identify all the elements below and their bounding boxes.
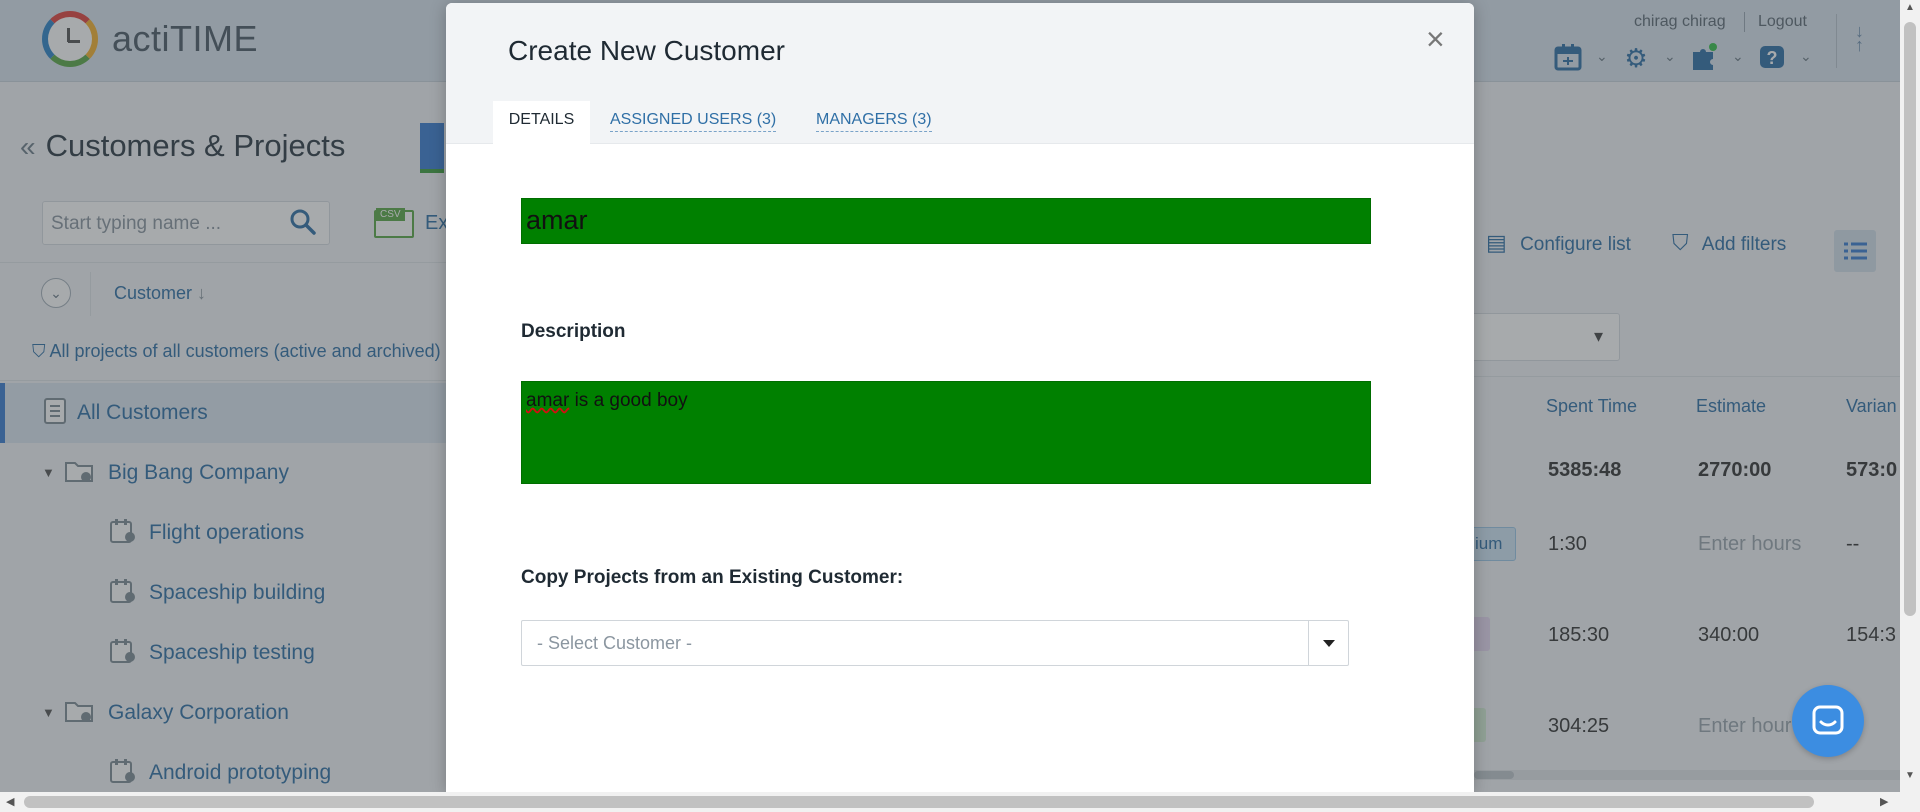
scroll-thumb[interactable] <box>1904 22 1916 616</box>
chat-launcher-button[interactable] <box>1792 685 1864 757</box>
description-field[interactable]: amar is a good boy <box>521 381 1371 484</box>
create-customer-dialog: Create New Customer × DETAILS ASSIGNED U… <box>446 3 1474 792</box>
scroll-thumb[interactable] <box>24 796 1814 808</box>
scroll-left-icon[interactable]: ◀ <box>6 795 14 808</box>
close-icon[interactable]: × <box>1426 23 1445 55</box>
scroll-right-icon[interactable]: ▶ <box>1880 795 1888 808</box>
tab-details[interactable]: DETAILS <box>493 101 590 145</box>
vertical-scrollbar[interactable]: ▲ ▼ <box>1900 0 1920 792</box>
horizontal-scrollbar[interactable]: ◀ ▶ <box>0 792 1920 812</box>
tab-assigned-users[interactable]: ASSIGNED USERS (3) <box>610 111 777 132</box>
description-label: Description <box>521 321 626 342</box>
tab-managers[interactable]: MANAGERS (3) <box>816 111 932 132</box>
dialog-title: Create New Customer <box>508 35 785 66</box>
copy-projects-label: Copy Projects from an Existing Customer: <box>521 567 904 588</box>
misspelled-word: amar <box>526 390 570 411</box>
select-customer-dropdown[interactable]: - Select Customer - <box>521 620 1349 666</box>
select-placeholder: - Select Customer - <box>537 633 693 653</box>
dialog-header: Create New Customer × DETAILS ASSIGNED U… <box>446 3 1474 145</box>
customer-name-field[interactable]: amar <box>521 198 1371 244</box>
chat-icon <box>1812 705 1844 735</box>
scroll-up-icon[interactable]: ▲ <box>1905 2 1915 13</box>
scroll-down-icon[interactable]: ▼ <box>1905 770 1915 781</box>
dropdown-arrow-icon[interactable] <box>1308 621 1348 665</box>
